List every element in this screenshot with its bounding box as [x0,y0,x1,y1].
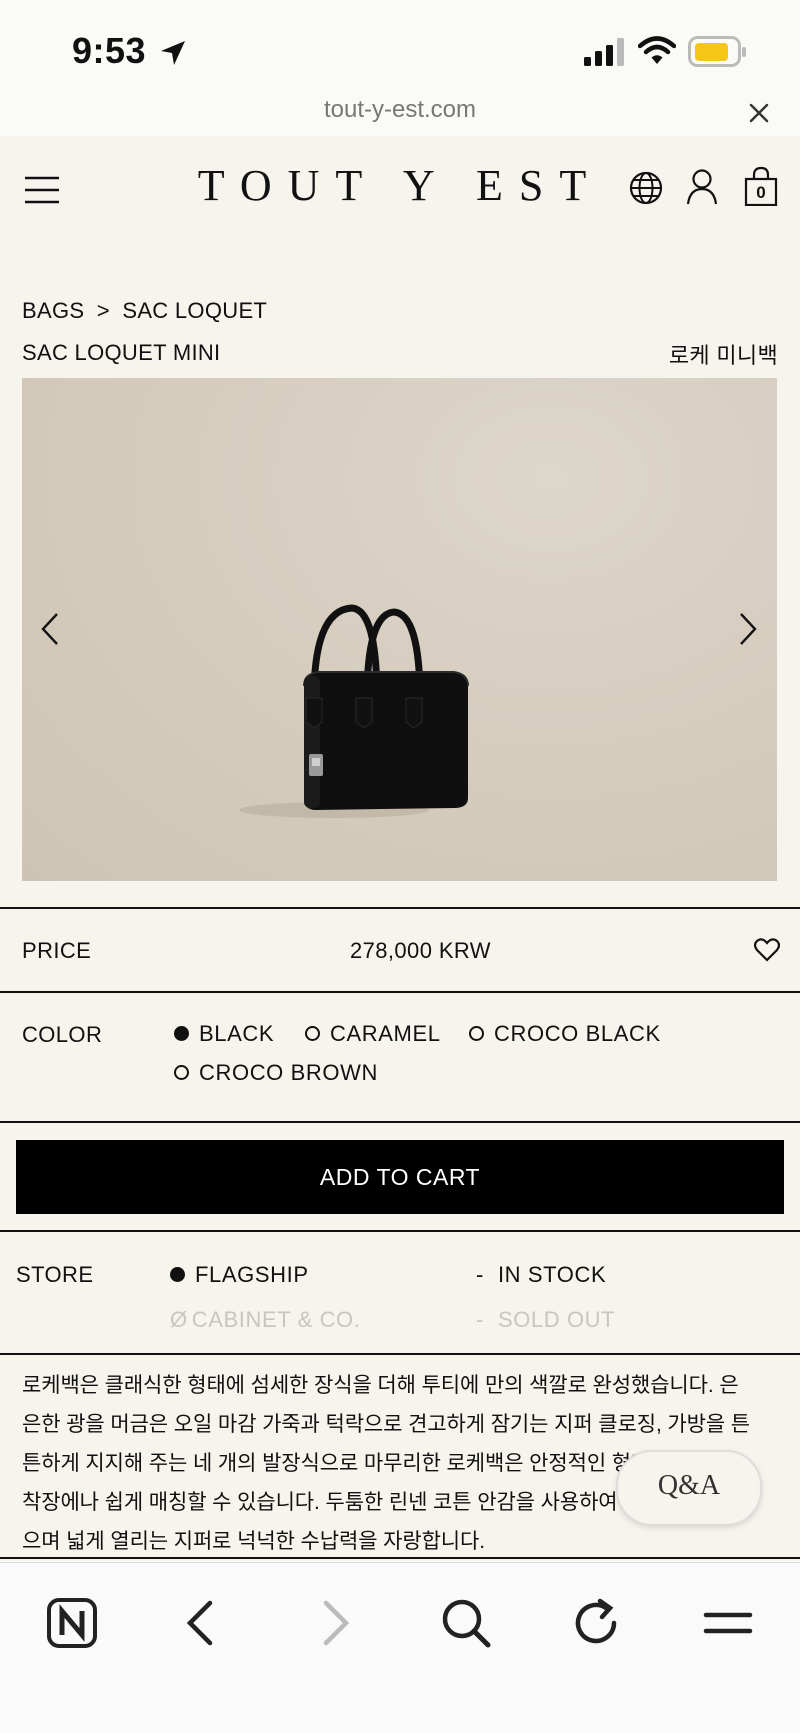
divider [0,1353,800,1355]
status-bar: 9:53 [0,0,800,100]
cellular-signal-icon [584,38,624,66]
radio-selected-icon [174,1025,189,1041]
color-name: BLACK [199,1021,275,1046]
globe-icon[interactable] [628,170,664,206]
radio-unselected-icon [174,1064,189,1080]
add-to-cart-button[interactable]: ADD TO CART [16,1140,784,1214]
product-image[interactable] [22,378,777,881]
breadcrumb: BAGS > SAC LOQUET [22,298,267,324]
color-name: CROCO BROWN [199,1060,378,1085]
divider [0,1230,800,1232]
forward-icon[interactable] [304,1593,364,1653]
store-flagship[interactable]: FLAGSHIP [170,1262,309,1288]
naver-app-icon[interactable] [42,1593,102,1653]
browser-toolbar [0,1562,800,1733]
wifi-icon [638,36,676,64]
url-text: tout-y-est.com [323,96,477,123]
store-cabinet-status: - SOLD OUT [476,1307,616,1332]
browser-url-bar[interactable]: tout-y-est.com [0,90,800,134]
color-option-caramel[interactable]: CARAMEL [305,1021,441,1047]
breadcrumb-bags[interactable]: BAGS [22,298,84,323]
handbag-image [239,604,469,818]
stock-status: IN STOCK [497,1262,607,1287]
radio-unselected-icon [469,1025,484,1041]
account-icon[interactable] [686,168,718,206]
color-option-croco-brown[interactable]: CROCO BROWN [174,1060,378,1086]
store-cabinet: Ø CABINET & CO. [170,1307,360,1333]
color-label: COLOR [22,1022,103,1047]
store-available-icon [170,1266,185,1282]
menu-icon[interactable] [698,1593,758,1653]
store-flagship-status: - IN STOCK [476,1262,607,1287]
divider [0,1557,800,1559]
color-name: CARAMEL [330,1021,441,1046]
close-icon[interactable] [748,102,770,124]
reload-icon[interactable] [566,1593,626,1653]
divider [0,991,800,993]
battery-icon [688,36,746,67]
product-name-korean: 로케 미니백 [668,343,778,368]
price-value: 278,000 KRW [350,938,491,963]
radio-unselected-icon [305,1025,320,1041]
color-option-croco-black[interactable]: CROCO BLACK [469,1021,661,1047]
qa-button[interactable]: Q&A [616,1450,762,1526]
divider [0,1121,800,1123]
back-icon[interactable] [172,1593,232,1653]
color-name: CROCO BLACK [494,1021,661,1046]
status-time: 9:53 [72,30,147,71]
location-arrow-icon [161,41,185,65]
previous-image-arrow-icon[interactable] [40,612,60,646]
stock-status: SOLD OUT [497,1307,616,1332]
description-line: 은한 광을 머금은 오일 마감 가죽과 턱락으로 견고하게 잠기는 지퍼 클로징… [22,1413,751,1436]
unavailable-icon: Ø [170,1307,188,1332]
description-line: 로케백은 클래식한 형태에 섬세한 장식을 더해 투티에 만의 색깔로 완성했습… [22,1374,739,1397]
product-name: SAC LOQUET MINI [22,340,221,365]
site-logo[interactable]: TOUT Y EST [0,160,800,211]
next-image-arrow-icon[interactable] [738,612,758,646]
cart-count: 0 [756,183,766,202]
store-label: STORE [16,1262,94,1287]
price-label: PRICE [22,938,92,963]
color-option-black[interactable]: BLACK [174,1021,274,1047]
breadcrumb-separator: > [96,298,110,323]
wishlist-heart-icon[interactable] [754,938,780,962]
cart-button[interactable]: 0 [744,166,778,206]
store-name: FLAGSHIP [195,1262,309,1287]
breadcrumb-sac-loquet[interactable]: SAC LOQUET [122,298,267,323]
description-line: 으며 넓게 열리는 지퍼로 넉넉한 수납력을 자랑합니다. [22,1530,485,1553]
divider [0,907,800,909]
search-icon[interactable] [436,1593,496,1653]
store-name: CABINET & CO. [191,1307,361,1332]
